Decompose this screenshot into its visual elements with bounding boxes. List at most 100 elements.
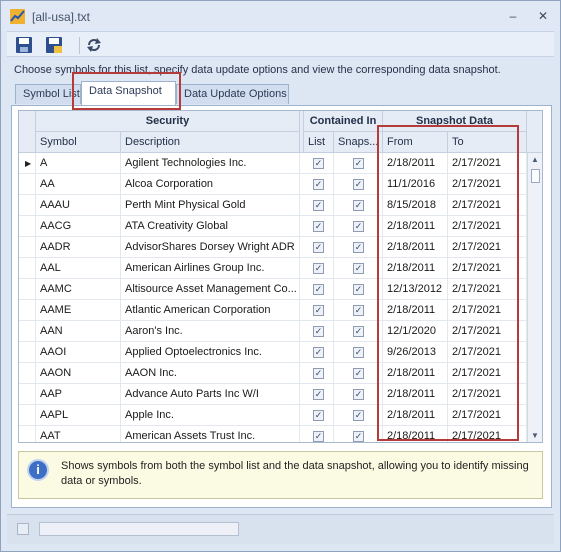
snaps-checkbox[interactable]: ✓ <box>353 326 364 337</box>
cell-description: Aaron's Inc. <box>121 321 300 342</box>
row-indicator: ▶ <box>19 153 36 174</box>
cell-list: ✓ <box>304 279 334 300</box>
row-indicator <box>19 258 36 279</box>
cell-symbol: AAON <box>36 363 121 384</box>
list-checkbox[interactable]: ✓ <box>313 158 324 169</box>
snaps-checkbox[interactable]: ✓ <box>353 221 364 232</box>
cell-description: Applied Optoelectronics Inc. <box>121 342 300 363</box>
scroll-up-icon[interactable]: ▲ <box>531 155 539 164</box>
cell-list: ✓ <box>304 174 334 195</box>
close-button[interactable]: ✕ <box>534 8 552 24</box>
list-checkbox[interactable]: ✓ <box>313 305 324 316</box>
list-checkbox[interactable]: ✓ <box>313 431 324 442</box>
list-checkbox[interactable]: ✓ <box>313 284 324 295</box>
row-indicator <box>19 279 36 300</box>
progress-bar <box>39 522 239 536</box>
toolbar-separator <box>79 37 80 54</box>
cell-symbol: AAL <box>36 258 121 279</box>
row-indicator <box>19 426 36 442</box>
tab-highlight-box <box>72 72 181 110</box>
cell-description: Alcoa Corporation <box>121 174 300 195</box>
snaps-checkbox[interactable]: ✓ <box>353 284 364 295</box>
save-icon[interactable] <box>15 36 33 54</box>
info-text: Shows symbols from both the symbol list … <box>61 460 529 487</box>
row-indicator <box>19 216 36 237</box>
snaps-checkbox[interactable]: ✓ <box>353 158 364 169</box>
row-indicator-header <box>19 111 36 153</box>
scroll-thumb[interactable] <box>531 169 540 183</box>
row-indicator <box>19 342 36 363</box>
row-indicator <box>19 174 36 195</box>
cell-snaps: ✓ <box>334 174 383 195</box>
snaps-checkbox[interactable]: ✓ <box>353 410 364 421</box>
app-window: [all-usa].txt ‒ ✕ Choose symbols for thi… <box>0 0 561 552</box>
snaps-checkbox[interactable]: ✓ <box>353 431 364 442</box>
snaps-checkbox[interactable]: ✓ <box>353 263 364 274</box>
cell-list: ✓ <box>304 300 334 321</box>
vertical-scrollbar[interactable]: ▲ ▼ <box>527 153 542 442</box>
cell-snaps: ✓ <box>334 195 383 216</box>
row-indicator <box>19 363 36 384</box>
save-as-icon[interactable] <box>45 36 63 54</box>
cell-snaps: ✓ <box>334 279 383 300</box>
cell-list: ✓ <box>304 195 334 216</box>
cell-snaps: ✓ <box>334 237 383 258</box>
cell-list: ✓ <box>304 258 334 279</box>
tab-data-update-options[interactable]: Data Update Options <box>176 84 289 104</box>
window-title: [all-usa].txt <box>32 10 91 24</box>
cell-symbol: AACG <box>36 216 121 237</box>
refresh-icon[interactable] <box>85 36 103 54</box>
column-header-snaps[interactable]: Snaps... <box>334 132 383 153</box>
list-checkbox[interactable]: ✓ <box>313 410 324 421</box>
cell-description: Apple Inc. <box>121 405 300 426</box>
group-header-security: Security <box>36 111 300 132</box>
cell-symbol: AAOI <box>36 342 121 363</box>
scroll-down-icon[interactable]: ▼ <box>531 431 539 440</box>
list-checkbox[interactable]: ✓ <box>313 347 324 358</box>
snaps-checkbox[interactable]: ✓ <box>353 347 364 358</box>
snaps-checkbox[interactable]: ✓ <box>353 368 364 379</box>
cell-description: ATA Creativity Global <box>121 216 300 237</box>
list-checkbox[interactable]: ✓ <box>313 200 324 211</box>
list-checkbox[interactable]: ✓ <box>313 389 324 400</box>
cell-list: ✓ <box>304 405 334 426</box>
cell-description: AdvisorShares Dorsey Wright ADR <box>121 237 300 258</box>
row-indicator <box>19 405 36 426</box>
column-header-symbol[interactable]: Symbol <box>36 132 121 153</box>
cell-symbol: AAMC <box>36 279 121 300</box>
snapshot-columns-highlight-box <box>377 125 519 441</box>
cell-snaps: ✓ <box>334 321 383 342</box>
list-checkbox[interactable]: ✓ <box>313 368 324 379</box>
list-checkbox[interactable]: ✓ <box>313 263 324 274</box>
cell-symbol: A <box>36 153 121 174</box>
snaps-checkbox[interactable]: ✓ <box>353 305 364 316</box>
list-checkbox[interactable]: ✓ <box>313 326 324 337</box>
cell-description: Advance Auto Parts Inc W/I <box>121 384 300 405</box>
minimize-button[interactable]: ‒ <box>504 8 522 24</box>
list-checkbox[interactable]: ✓ <box>313 179 324 190</box>
cell-description: Atlantic American Corporation <box>121 300 300 321</box>
snaps-checkbox[interactable]: ✓ <box>353 179 364 190</box>
cell-description: American Assets Trust Inc. <box>121 426 300 442</box>
list-checkbox[interactable]: ✓ <box>313 221 324 232</box>
cell-list: ✓ <box>304 342 334 363</box>
snaps-checkbox[interactable]: ✓ <box>353 242 364 253</box>
column-header-list[interactable]: List <box>304 132 334 153</box>
header-filler <box>527 111 542 153</box>
cell-symbol: AAPL <box>36 405 121 426</box>
cell-list: ✓ <box>304 384 334 405</box>
cell-snaps: ✓ <box>334 384 383 405</box>
snaps-checkbox[interactable]: ✓ <box>353 200 364 211</box>
column-header-description[interactable]: Description <box>121 132 300 153</box>
row-indicator <box>19 321 36 342</box>
cell-snaps: ✓ <box>334 258 383 279</box>
toolbar <box>7 31 554 57</box>
list-checkbox[interactable]: ✓ <box>313 242 324 253</box>
title-bar[interactable]: [all-usa].txt ‒ ✕ <box>1 1 560 31</box>
cell-snaps: ✓ <box>334 363 383 384</box>
cell-symbol: AA <box>36 174 121 195</box>
cell-symbol: AAT <box>36 426 121 442</box>
stop-icon[interactable] <box>17 523 29 535</box>
row-indicator <box>19 237 36 258</box>
snaps-checkbox[interactable]: ✓ <box>353 389 364 400</box>
